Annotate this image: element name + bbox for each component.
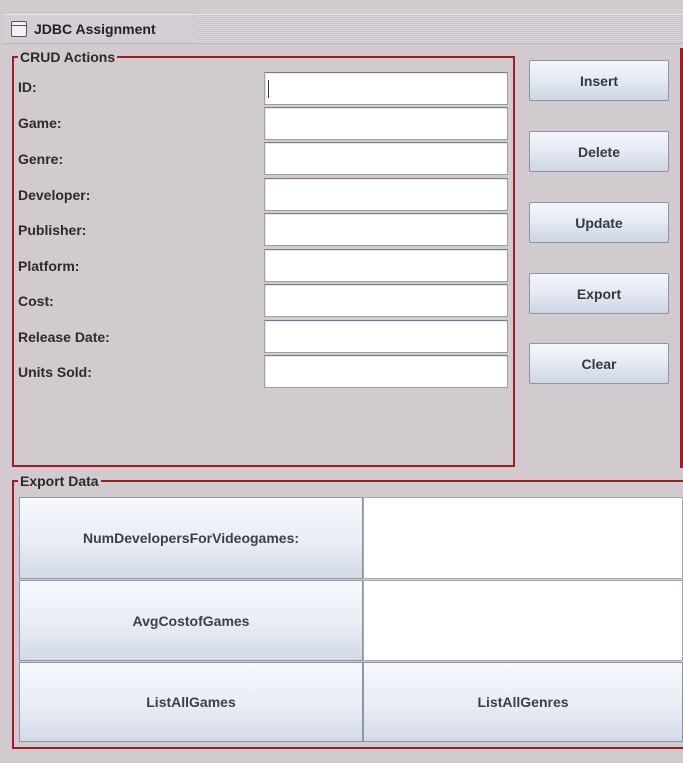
- crud-actions-legend: CRUD Actions: [20, 49, 116, 65]
- units-sold-field[interactable]: [264, 355, 508, 388]
- publisher-label: Publisher:: [18, 222, 87, 238]
- text-caret: [268, 80, 269, 98]
- clear-button[interactable]: Clear: [529, 343, 669, 384]
- game-label: Game:: [18, 115, 62, 131]
- id-label: ID:: [18, 79, 37, 95]
- units-sold-label: Units Sold:: [18, 364, 92, 380]
- avg-cost-result: [363, 580, 683, 661]
- window-title: JDBC Assignment: [34, 21, 156, 37]
- developer-label: Developer:: [18, 187, 91, 203]
- list-all-genres-button[interactable]: ListAllGenres: [363, 662, 683, 742]
- cost-field[interactable]: [264, 284, 508, 317]
- developer-field[interactable]: [264, 178, 508, 211]
- insert-button[interactable]: Insert: [529, 60, 669, 101]
- update-button[interactable]: Update: [529, 202, 669, 243]
- app-window: JDBC Assignment CRUD Actions ID: Game: G…: [0, 0, 683, 763]
- game-field[interactable]: [264, 107, 508, 140]
- avg-cost-button[interactable]: AvgCostofGames: [19, 580, 363, 661]
- platform-field[interactable]: [264, 249, 508, 282]
- num-developers-result: [363, 497, 683, 579]
- list-all-games-button[interactable]: ListAllGames: [19, 662, 363, 742]
- title-bar[interactable]: JDBC Assignment: [4, 14, 683, 44]
- window-icon[interactable]: [11, 21, 27, 37]
- export-button[interactable]: Export: [529, 273, 669, 314]
- id-field[interactable]: [264, 72, 508, 105]
- export-data-legend: Export Data: [20, 473, 99, 489]
- publisher-field[interactable]: [264, 213, 508, 246]
- genre-label: Genre:: [18, 151, 64, 167]
- num-developers-button[interactable]: NumDevelopersForVideogames:: [19, 497, 363, 579]
- cost-label: Cost:: [18, 293, 54, 309]
- release-date-field[interactable]: [264, 320, 508, 353]
- delete-button[interactable]: Delete: [529, 131, 669, 172]
- release-date-label: Release Date:: [18, 329, 110, 345]
- platform-label: Platform:: [18, 258, 80, 274]
- genre-field[interactable]: [264, 142, 508, 175]
